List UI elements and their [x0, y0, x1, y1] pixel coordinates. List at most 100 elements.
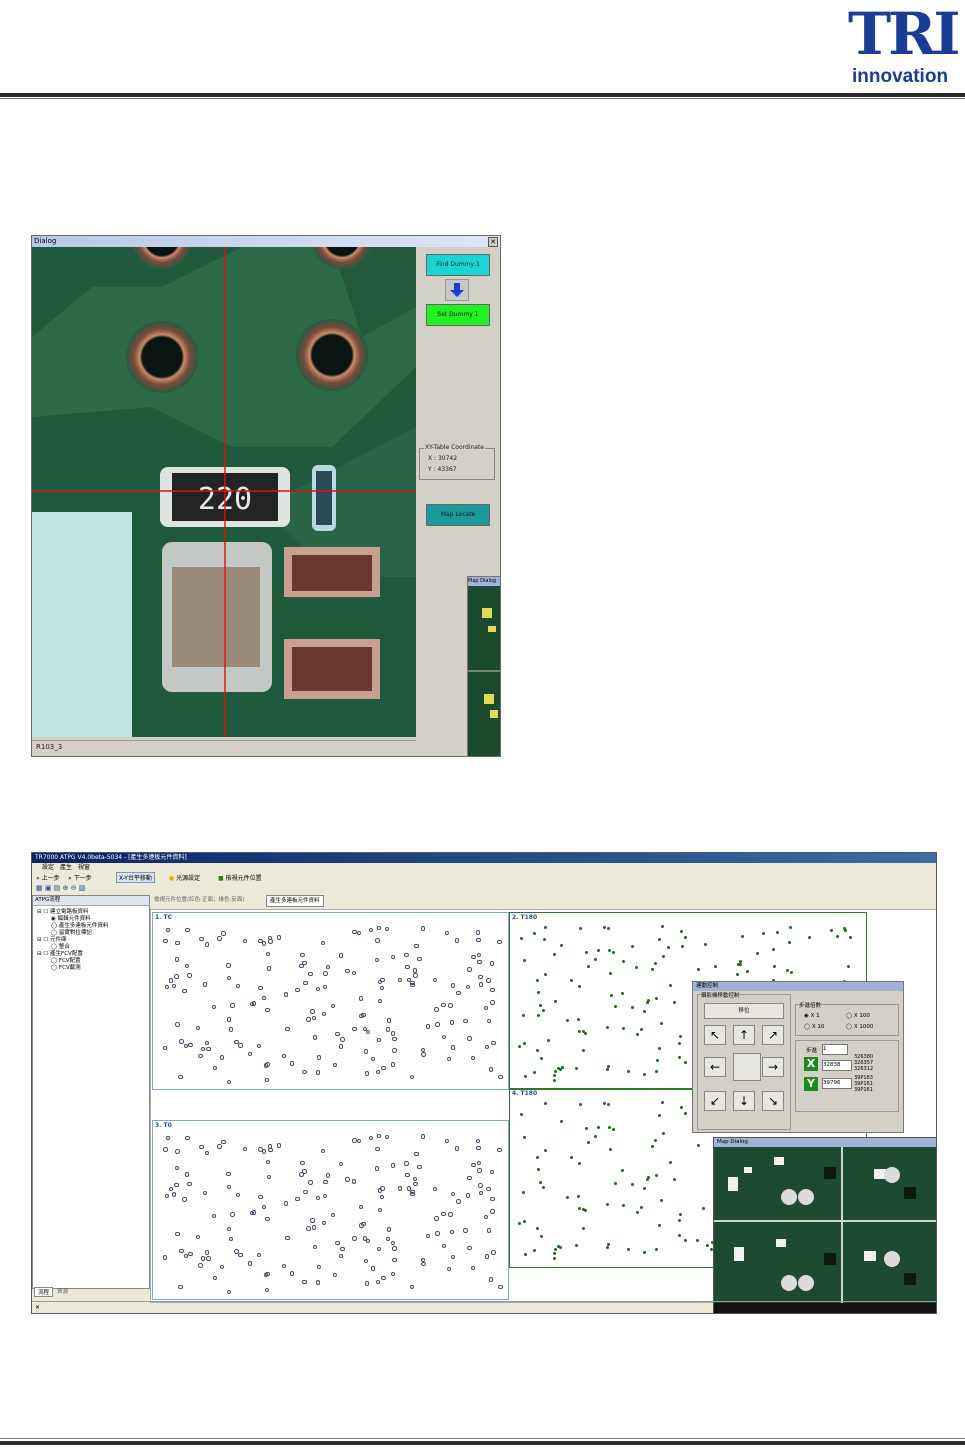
- pin-dot: [521, 1190, 525, 1194]
- pin-dot: [217, 1144, 222, 1149]
- pin-dot: [661, 955, 665, 959]
- arrow-left-icon[interactable]: ←: [704, 1057, 726, 1077]
- set-dummy-button[interactable]: Set Dummy 1: [426, 304, 490, 326]
- arrow-down-right-icon[interactable]: ↘: [762, 1091, 784, 1111]
- pin-dot: [338, 1161, 344, 1167]
- pin-dot: [204, 1040, 210, 1046]
- arrow-down-left-icon[interactable]: ↙: [704, 1091, 726, 1111]
- move-button[interactable]: 移位: [704, 1003, 784, 1019]
- pin-dot: [559, 943, 563, 947]
- step-input[interactable]: 1: [822, 1044, 848, 1055]
- tab-check-position[interactable]: 檢視元件位置(紅色:正面；綠色:反面): [154, 895, 245, 905]
- pin-dot: [569, 1155, 573, 1159]
- pin-dot: [537, 1013, 541, 1017]
- board-map-image[interactable]: [714, 1147, 936, 1313]
- map-dialog: Map Dialog: [713, 1137, 936, 1313]
- pin-dot: [421, 1261, 426, 1267]
- pin-dot: [565, 1196, 569, 1200]
- pin-dot: [308, 1180, 313, 1185]
- pin-dot: [701, 1207, 705, 1211]
- pin-dot: [175, 1231, 180, 1236]
- pin-dot: [441, 1034, 447, 1039]
- pin-dot: [202, 1190, 208, 1196]
- pin-dot: [303, 1189, 308, 1195]
- pin-dot: [586, 964, 590, 968]
- pin-dot: [162, 1045, 168, 1051]
- pin-dot: [577, 1194, 581, 1198]
- x-position-field[interactable]: 32838: [822, 1060, 852, 1071]
- pin-dot: [672, 1000, 676, 1004]
- pin-dot: [306, 1226, 311, 1231]
- pin-dot: [745, 970, 749, 974]
- pin-dot: [586, 1141, 590, 1145]
- arrow-right-icon[interactable]: →: [762, 1057, 784, 1077]
- pin-dot: [352, 1236, 357, 1241]
- pin-dot: [543, 972, 547, 976]
- tab-flow[interactable]: 流程: [34, 1287, 54, 1297]
- prev-step-button[interactable]: « 上一步: [36, 873, 60, 882]
- light-setting-button[interactable]: ● 光源設定: [169, 873, 200, 882]
- step-x1-radio[interactable]: ◉ X 1: [804, 1013, 820, 1019]
- pin-dot: [477, 1160, 482, 1166]
- pin-dot: [478, 974, 483, 980]
- pin-dot: [363, 1258, 369, 1264]
- camera-move-group: 攝影機移動控制 移位 ↖ ↑ ↗ ← → ↙ ↓ ↘: [697, 991, 791, 1130]
- menu-item-settings[interactable]: 設定: [42, 863, 54, 872]
- pin-dot: [248, 1261, 253, 1266]
- xy-move-button[interactable]: X-Y台平移動: [116, 872, 155, 883]
- x-history-list: 326380 326357 326312: [854, 1054, 874, 1072]
- step-x1000-radio[interactable]: ◯ X 1000: [846, 1024, 873, 1030]
- y-axis-label: Y: [804, 1077, 818, 1091]
- close-icon[interactable]: ✕: [488, 237, 498, 247]
- menu-item-window[interactable]: 視窗: [78, 863, 90, 872]
- pin-dot: [776, 931, 780, 935]
- tree-item-fcv-test[interactable]: ◯ FCV載測: [51, 963, 81, 971]
- find-dummy-button[interactable]: Find Dummy 1: [426, 254, 490, 276]
- check-position-button[interactable]: ■ 檢視元件位置: [218, 873, 262, 882]
- camera-view[interactable]: 220: [32, 247, 416, 737]
- pin-dot: [323, 1179, 328, 1185]
- footer-rule: [0, 1441, 965, 1445]
- board-panel-1[interactable]: 1. TC: [152, 912, 509, 1090]
- tab-multi-board[interactable]: 產生多連板元件資料: [266, 895, 324, 907]
- arrow-down-icon[interactable]: ↓: [733, 1091, 755, 1111]
- pin-dot: [585, 950, 589, 954]
- pin-dot: [377, 1247, 382, 1252]
- map-locate-button[interactable]: Map Locate: [426, 504, 490, 526]
- pin-dot: [316, 987, 321, 992]
- step-x100-radio[interactable]: ◯ X 100: [846, 1013, 870, 1019]
- pin-dot: [518, 1044, 522, 1048]
- next-step-button[interactable]: » 下一步: [68, 873, 92, 882]
- pin-dot: [611, 1127, 615, 1131]
- arrow-up-left-icon[interactable]: ↖: [704, 1025, 726, 1045]
- board-panel-3[interactable]: 3. T0: [152, 1120, 509, 1300]
- step-x10-radio[interactable]: ◯ X 10: [804, 1024, 824, 1030]
- pin-dot: [331, 1213, 336, 1218]
- pin-dot: [842, 926, 846, 930]
- pin-dot: [374, 957, 380, 963]
- pin-dot: [313, 1244, 318, 1250]
- pin-dot: [221, 931, 226, 936]
- arrow-up-right-icon[interactable]: ↗: [762, 1025, 784, 1045]
- board-map-image[interactable]: [468, 586, 501, 757]
- arrow-up-icon[interactable]: ↑: [733, 1025, 755, 1045]
- pin-dot: [315, 1070, 321, 1075]
- pin-dot: [490, 1000, 495, 1005]
- pin-dot: [552, 1074, 556, 1078]
- pin-dot: [524, 1252, 528, 1256]
- tab-resource[interactable]: 資源: [54, 1287, 71, 1295]
- pin-dot: [333, 1272, 338, 1277]
- pin-dot: [187, 1181, 192, 1187]
- menu-item-generate[interactable]: 產生: [60, 863, 72, 872]
- pin-dot: [847, 964, 851, 968]
- y-position-field[interactable]: 39796: [822, 1078, 852, 1089]
- pin-dot: [300, 1161, 305, 1166]
- pin-dot: [450, 983, 455, 988]
- pin-dot: [323, 971, 328, 976]
- status-close-icon[interactable]: ✕: [32, 1304, 40, 1311]
- toolbar-icons[interactable]: ▦ ▣ ▤ ⊕ ⊖ ▧: [36, 884, 106, 893]
- pin-dot: [441, 1211, 446, 1216]
- pin-dot: [661, 1101, 665, 1105]
- pin-dot: [276, 935, 282, 940]
- center-button[interactable]: [733, 1053, 761, 1081]
